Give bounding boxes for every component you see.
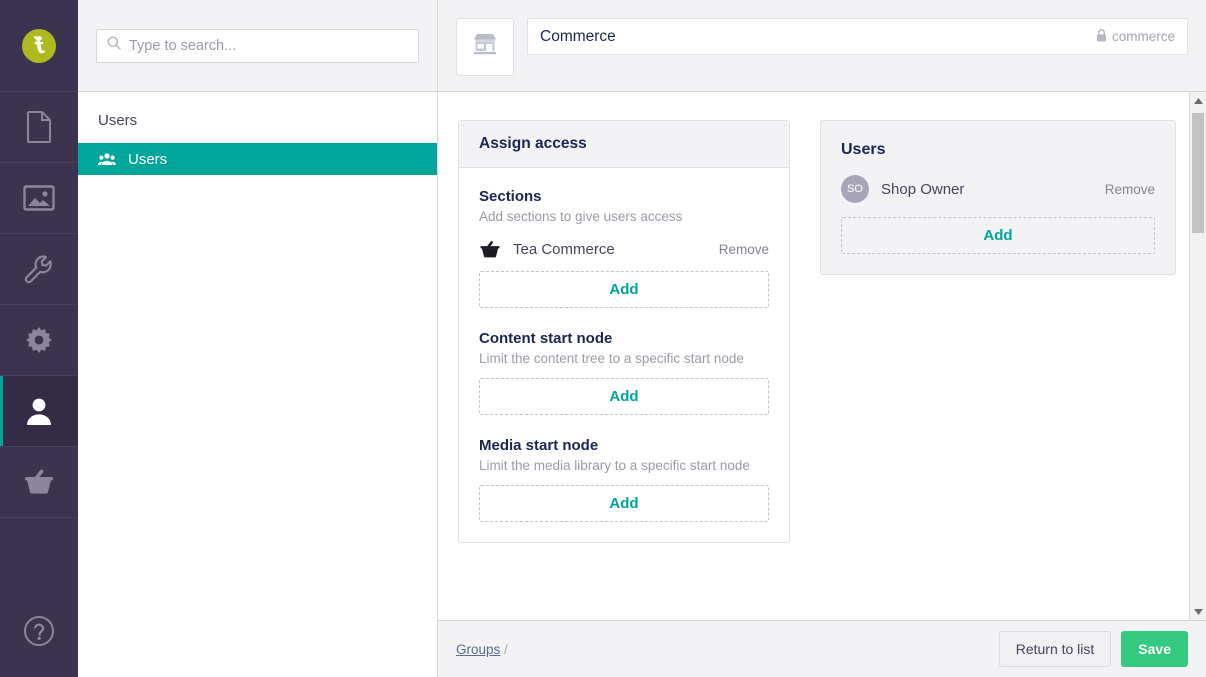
assign-access-panel: Assign access Sections Add sections to g… <box>458 120 790 543</box>
sidebar-item-media[interactable] <box>0 163 78 234</box>
add-user-button[interactable]: Add <box>841 217 1155 254</box>
return-to-list-button[interactable]: Return to list <box>998 631 1112 667</box>
search-box[interactable] <box>96 28 419 63</box>
gear-icon <box>24 325 54 355</box>
users-panel-title: Users <box>841 141 886 158</box>
user-icon <box>25 396 53 426</box>
group-content-start-node: Content start node Limit the content tre… <box>479 330 769 415</box>
assign-access-body: Sections Add sections to give users acce… <box>459 168 789 542</box>
sidebar-item-commerce[interactable] <box>0 447 78 518</box>
group-content-start-node-title: Content start node <box>479 330 613 347</box>
breadcrumb-link-groups[interactable]: Groups <box>456 642 500 657</box>
basket-icon <box>23 468 55 496</box>
tree-item-label: Users <box>128 150 168 168</box>
section-tree-column: Users Users <box>78 0 438 677</box>
shop-icon <box>470 30 500 65</box>
group-media-start-node-title: Media start node <box>479 437 599 454</box>
editor-scroll-content: Assign access Sections Add sections to g… <box>438 92 1189 620</box>
group-icon <box>98 152 116 166</box>
user-row: SO Shop Owner Remove <box>841 175 1155 203</box>
scrollbar-track[interactable] <box>1190 109 1206 603</box>
picked-section-label: Tea Commerce <box>513 241 615 258</box>
group-content-start-node-description: Limit the content tree to a specific sta… <box>479 351 744 366</box>
image-icon <box>23 185 55 211</box>
avatar: SO <box>841 175 869 203</box>
search-icon <box>107 36 121 55</box>
sidebar-item-developer[interactable] <box>0 305 78 376</box>
assign-access-title: Assign access <box>459 121 789 168</box>
sidebar-item-users[interactable] <box>0 376 78 447</box>
tree-root-label: Users <box>98 112 138 129</box>
basket-icon <box>479 240 501 259</box>
editor-column: Commerce commerce Assign access Sections… <box>438 0 1206 677</box>
editor-body: Assign access Sections Add sections to g… <box>438 92 1206 620</box>
breadcrumb: Groups / <box>456 642 989 657</box>
add-media-start-node-button[interactable]: Add <box>479 485 769 522</box>
question-circle-icon <box>23 615 55 652</box>
group-media-start-node: Media start node Limit the media library… <box>479 437 769 522</box>
umbraco-logo-icon <box>22 28 56 63</box>
scroll-up-arrow[interactable] <box>1190 92 1206 109</box>
users-panel: Users SO Shop Owner Remove Add <box>820 120 1176 275</box>
sidebar-item-content[interactable] <box>0 92 78 163</box>
search-input[interactable] <box>129 37 408 54</box>
lock-icon <box>1096 28 1107 45</box>
entity-name-field[interactable]: Commerce commerce <box>527 18 1188 55</box>
sidebar-item-help[interactable] <box>0 589 78 677</box>
wrench-icon <box>23 253 55 285</box>
save-button[interactable]: Save <box>1121 631 1188 667</box>
entity-alias: commerce <box>1096 28 1175 45</box>
user-name: Shop Owner <box>881 180 965 198</box>
editor-header: Commerce commerce <box>438 0 1206 92</box>
add-content-start-node-button[interactable]: Add <box>479 378 769 415</box>
remove-user-link[interactable]: Remove <box>1105 182 1155 197</box>
group-media-start-node-description: Limit the media library to a specific st… <box>479 458 750 473</box>
app-root: Users Users <box>0 0 1206 677</box>
app-navigation-rail <box>0 0 78 677</box>
group-sections: Sections Add sections to give users acce… <box>479 188 769 308</box>
users-column: Users SO Shop Owner Remove Add <box>820 120 1176 275</box>
entity-icon-button[interactable] <box>456 18 514 76</box>
editor-footer: Groups / Return to list Save <box>438 620 1206 677</box>
scrollbar-thumb[interactable] <box>1192 113 1204 233</box>
sidebar-item-settings[interactable] <box>0 234 78 305</box>
group-sections-description: Add sections to give users access <box>479 209 683 224</box>
editor-scrollbar[interactable] <box>1189 92 1206 620</box>
app-logo[interactable] <box>0 0 78 92</box>
tree-item-users[interactable]: Users <box>78 143 437 175</box>
tree-search-container <box>78 0 437 92</box>
scroll-down-arrow[interactable] <box>1190 603 1206 620</box>
entity-name-value[interactable]: Commerce <box>540 28 1096 46</box>
entity-alias-text: commerce <box>1111 29 1175 44</box>
assign-access-column: Assign access Sections Add sections to g… <box>458 120 790 543</box>
group-sections-title: Sections <box>479 188 542 205</box>
add-section-button[interactable]: Add <box>479 271 769 308</box>
document-icon <box>26 111 52 143</box>
picked-section-row: Tea Commerce Remove <box>479 236 769 271</box>
breadcrumb-separator: / <box>504 641 508 657</box>
remove-section-link[interactable]: Remove <box>719 242 769 257</box>
